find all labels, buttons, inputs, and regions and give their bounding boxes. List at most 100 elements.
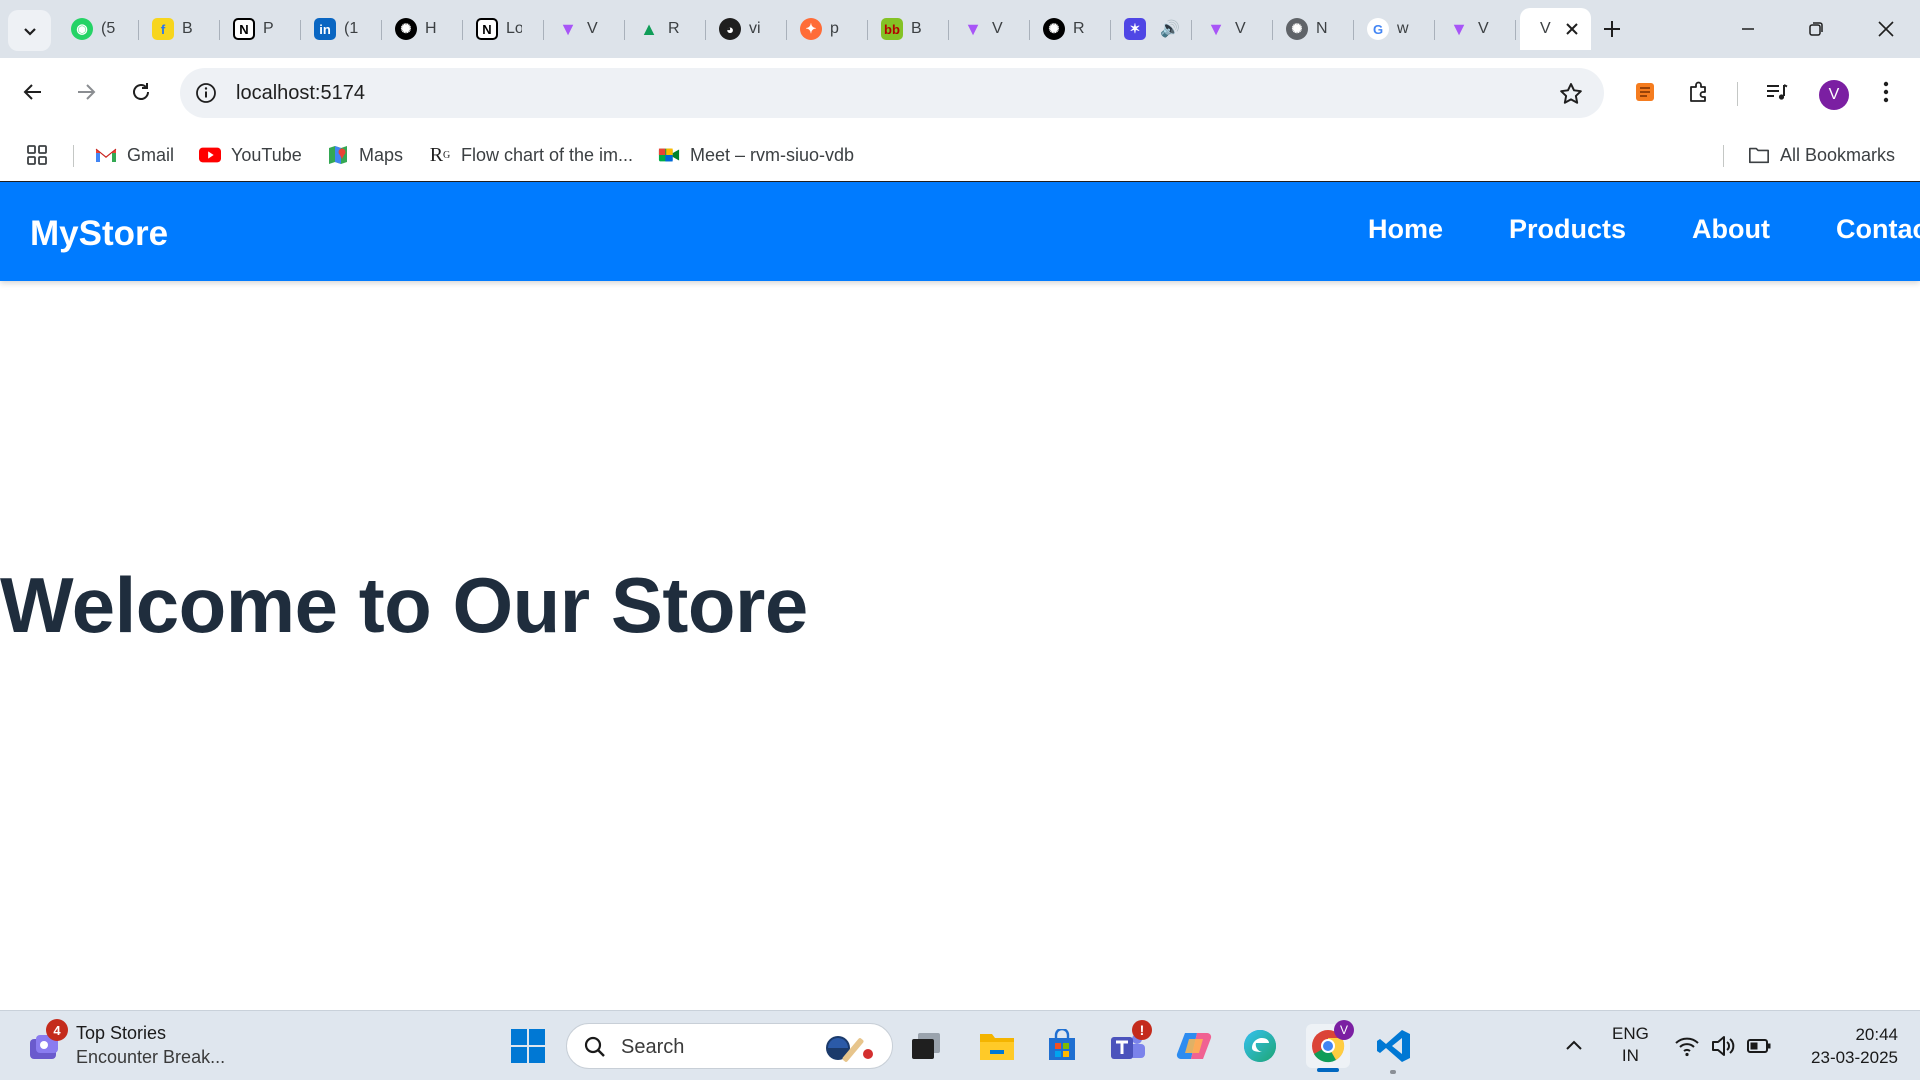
chrome-button[interactable]: V [1306, 1020, 1354, 1068]
plus-icon [1604, 21, 1620, 37]
news-badge: 4 [46, 1019, 68, 1041]
nav-link-products[interactable]: Products [1509, 214, 1626, 245]
browser-tab[interactable]: fB [139, 8, 220, 50]
close-icon [1566, 23, 1578, 35]
bookmark-label: Flow chart of the im... [461, 144, 634, 165]
edge-button[interactable] [1238, 1024, 1282, 1068]
site-brand[interactable]: MyStore [30, 214, 168, 254]
tab-title: B [182, 20, 193, 37]
browser-tab[interactable]: N Lo [463, 8, 544, 50]
bookmark-star-icon[interactable] [1558, 81, 1584, 107]
arrow-left-icon [23, 84, 41, 100]
new-tab-button[interactable] [1597, 14, 1627, 44]
teams-button[interactable]: ! [1106, 1020, 1152, 1068]
tab-close-button[interactable] [1563, 20, 1581, 38]
tab-title: P [263, 20, 274, 37]
browser-tab[interactable]: ◕ vi [706, 8, 787, 50]
profile-avatar[interactable]: V [1819, 80, 1849, 110]
postman-icon: ✦ [800, 18, 822, 40]
browser-tab[interactable]: in (1 [301, 8, 382, 50]
researchgate-icon: RG [429, 143, 451, 166]
search-placeholder: Search [621, 1036, 685, 1058]
media-queue-icon [1767, 84, 1788, 100]
close-window-button[interactable] [1852, 0, 1920, 58]
tab-title: V [1235, 20, 1246, 37]
site-info-icon[interactable] [194, 81, 218, 105]
youtube-icon [199, 144, 221, 166]
browser-tab-strip: ◉ (5 f B N Pin (1 ✺ H N Lo ▼ V ▲ R ◕ vi ✦ p bb B ▼ V ✺ R ✶ 🔊 ▼ V ✺ N Gw… [0, 0, 1920, 58]
browser-tab[interactable]: ▼ V [544, 8, 625, 50]
start-button[interactable] [506, 1024, 550, 1068]
tab-title: H [425, 20, 437, 37]
back-button[interactable] [13, 72, 53, 112]
more-vertical-icon [1883, 81, 1889, 103]
bookmark-flow-chart[interactable]: RG Flow chart of the im... [429, 140, 633, 170]
battery-icon[interactable] [1746, 1033, 1772, 1059]
ai-star-icon: ✶ [1124, 18, 1146, 40]
browser-tab[interactable]: bb B [868, 8, 949, 50]
tab-audio-icon[interactable]: 🔊 [1160, 19, 1180, 39]
browser-tab[interactable]: ▼ V [949, 8, 1030, 50]
browser-tab[interactable]: NP [220, 8, 301, 50]
browser-tab[interactable]: ✶ 🔊 [1111, 8, 1192, 50]
reload-button[interactable] [121, 72, 161, 112]
language-code: ENG [1612, 1024, 1649, 1043]
extensions-button[interactable] [1679, 72, 1719, 112]
browser-tab[interactable]: ▼ V [1435, 8, 1516, 50]
chevron-up-icon[interactable] [1562, 1033, 1586, 1057]
browser-tab[interactable]: Gw [1354, 8, 1435, 50]
nav-link-about[interactable]: About [1692, 214, 1770, 245]
url-text[interactable]: localhost:5174 [236, 82, 365, 105]
tab-active[interactable]: V [1520, 8, 1591, 50]
tab-title: V [992, 20, 1003, 37]
bookmark-maps[interactable]: Maps [327, 140, 403, 170]
chrome-active-indicator [1317, 1068, 1339, 1072]
bookmark-youtube[interactable]: YouTube [199, 140, 302, 170]
address-bar[interactable]: localhost:5174 [180, 68, 1604, 118]
apps-button[interactable] [26, 140, 48, 170]
browser-tab[interactable]: ▲ R [625, 8, 706, 50]
tab-title: V [1540, 20, 1551, 37]
vscode-button[interactable] [1372, 1024, 1416, 1068]
browser-tab[interactable]: ◉ (5 [58, 8, 139, 50]
nav-link-home[interactable]: Home [1368, 214, 1443, 245]
bookmark-meet[interactable]: Meet – rvm-siuo-vdb [658, 140, 854, 170]
browser-tab[interactable]: ✺ N [1273, 8, 1354, 50]
tab-title: B [911, 20, 922, 37]
input-language[interactable]: ENG IN [1612, 1023, 1649, 1067]
clock-date: 23-03-2025 [1811, 1048, 1898, 1067]
file-explorer-button[interactable] [975, 1024, 1019, 1068]
tab-title: R [668, 20, 680, 37]
media-controls-button[interactable] [1757, 72, 1797, 112]
task-view-button[interactable] [904, 1024, 948, 1068]
browser-menu-button[interactable] [1866, 72, 1906, 112]
minimize-button[interactable] [1714, 0, 1782, 58]
bookmark-label: YouTube [231, 144, 302, 165]
browser-tab[interactable]: ✺ R [1030, 8, 1111, 50]
extension-notes-button[interactable] [1625, 72, 1665, 112]
browser-tab[interactable]: ✦ p [787, 8, 868, 50]
restore-button[interactable] [1782, 0, 1850, 58]
copilot-button[interactable] [1172, 1024, 1216, 1068]
taskbar-search[interactable]: Search [566, 1023, 893, 1069]
chrome-profile-badge: V [1334, 1020, 1354, 1040]
flipkart-icon: f [152, 18, 174, 40]
bookmark-gmail[interactable]: Gmail [95, 140, 174, 170]
browser-tab[interactable]: ✺ H [382, 8, 463, 50]
browser-tab[interactable]: ▼ V [1192, 8, 1273, 50]
microsoft-store-button[interactable] [1040, 1024, 1084, 1068]
tab-title: Lo [506, 20, 522, 37]
system-clock[interactable]: 20:44 23-03-2025 [1811, 1023, 1898, 1069]
wifi-icon[interactable] [1674, 1033, 1700, 1059]
bookmarks-divider [1723, 145, 1724, 167]
nav-link-contact[interactable]: Contact [1836, 214, 1920, 245]
all-bookmarks-button[interactable]: All Bookmarks [1748, 140, 1895, 170]
news-title: Top Stories [76, 1023, 167, 1043]
volume-icon[interactable] [1710, 1033, 1736, 1059]
vite-icon: ▼ [1207, 18, 1225, 39]
tab-search-button[interactable] [8, 10, 51, 51]
vite-icon: ▼ [559, 18, 577, 39]
forward-button[interactable] [66, 72, 106, 112]
cricket-search-highlight-icon [826, 1036, 873, 1062]
task-view-icon [912, 1033, 940, 1059]
